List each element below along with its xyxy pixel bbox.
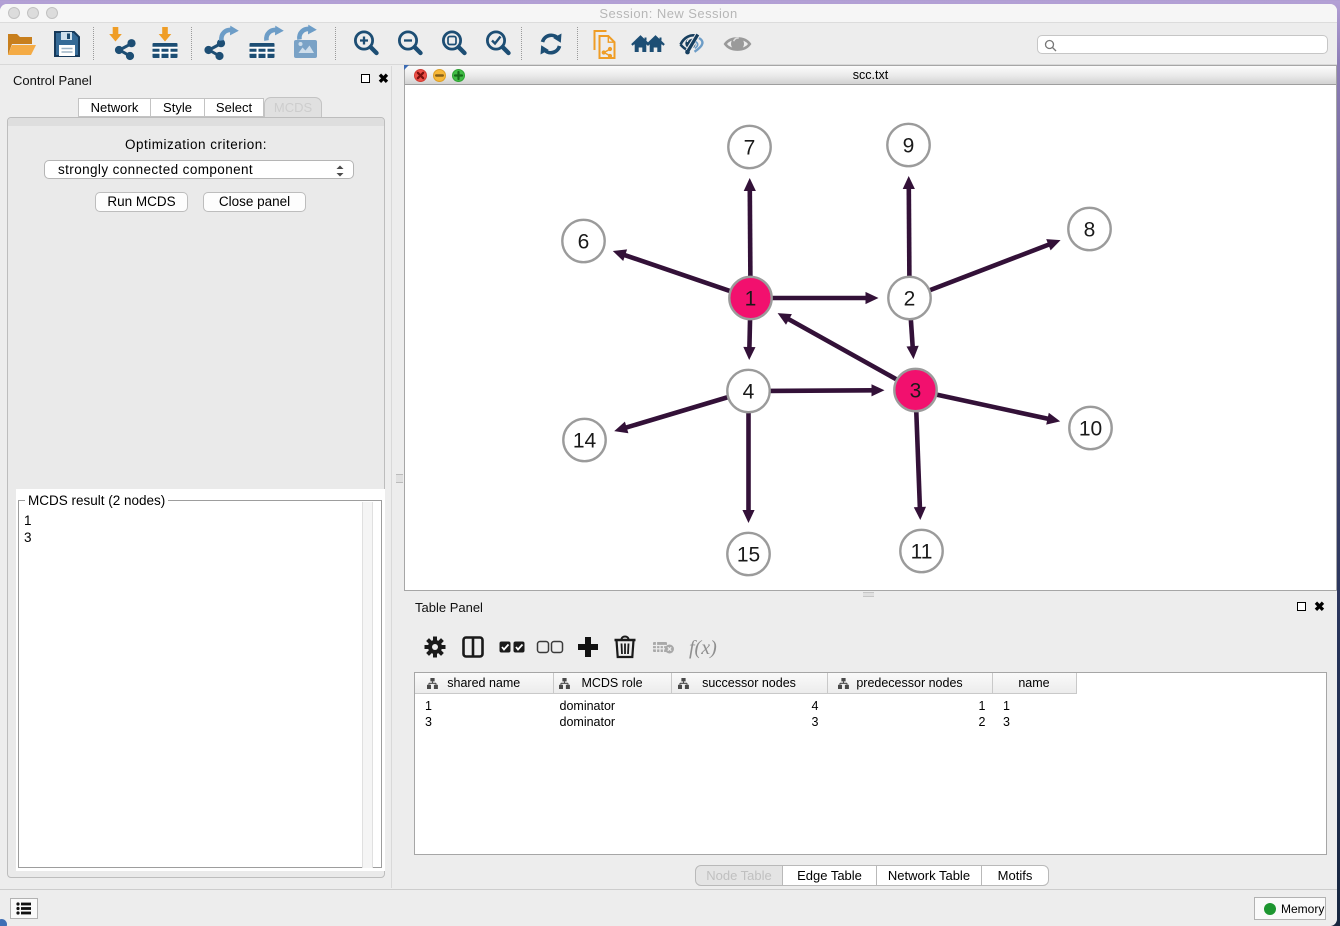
svg-text:8: 8: [1084, 219, 1096, 242]
svg-text:1: 1: [745, 288, 757, 311]
svg-text:14: 14: [573, 430, 597, 453]
svg-text:15: 15: [737, 544, 760, 567]
svg-text:2: 2: [904, 288, 916, 311]
svg-text:9: 9: [903, 135, 915, 158]
svg-text:7: 7: [744, 137, 756, 160]
svg-text:f(x): f(x): [689, 637, 717, 659]
svg-text:4: 4: [743, 381, 755, 404]
svg-text:6: 6: [578, 231, 590, 254]
svg-text:3: 3: [910, 380, 922, 403]
svg-text:11: 11: [911, 541, 933, 564]
svg-text:10: 10: [1079, 418, 1102, 441]
